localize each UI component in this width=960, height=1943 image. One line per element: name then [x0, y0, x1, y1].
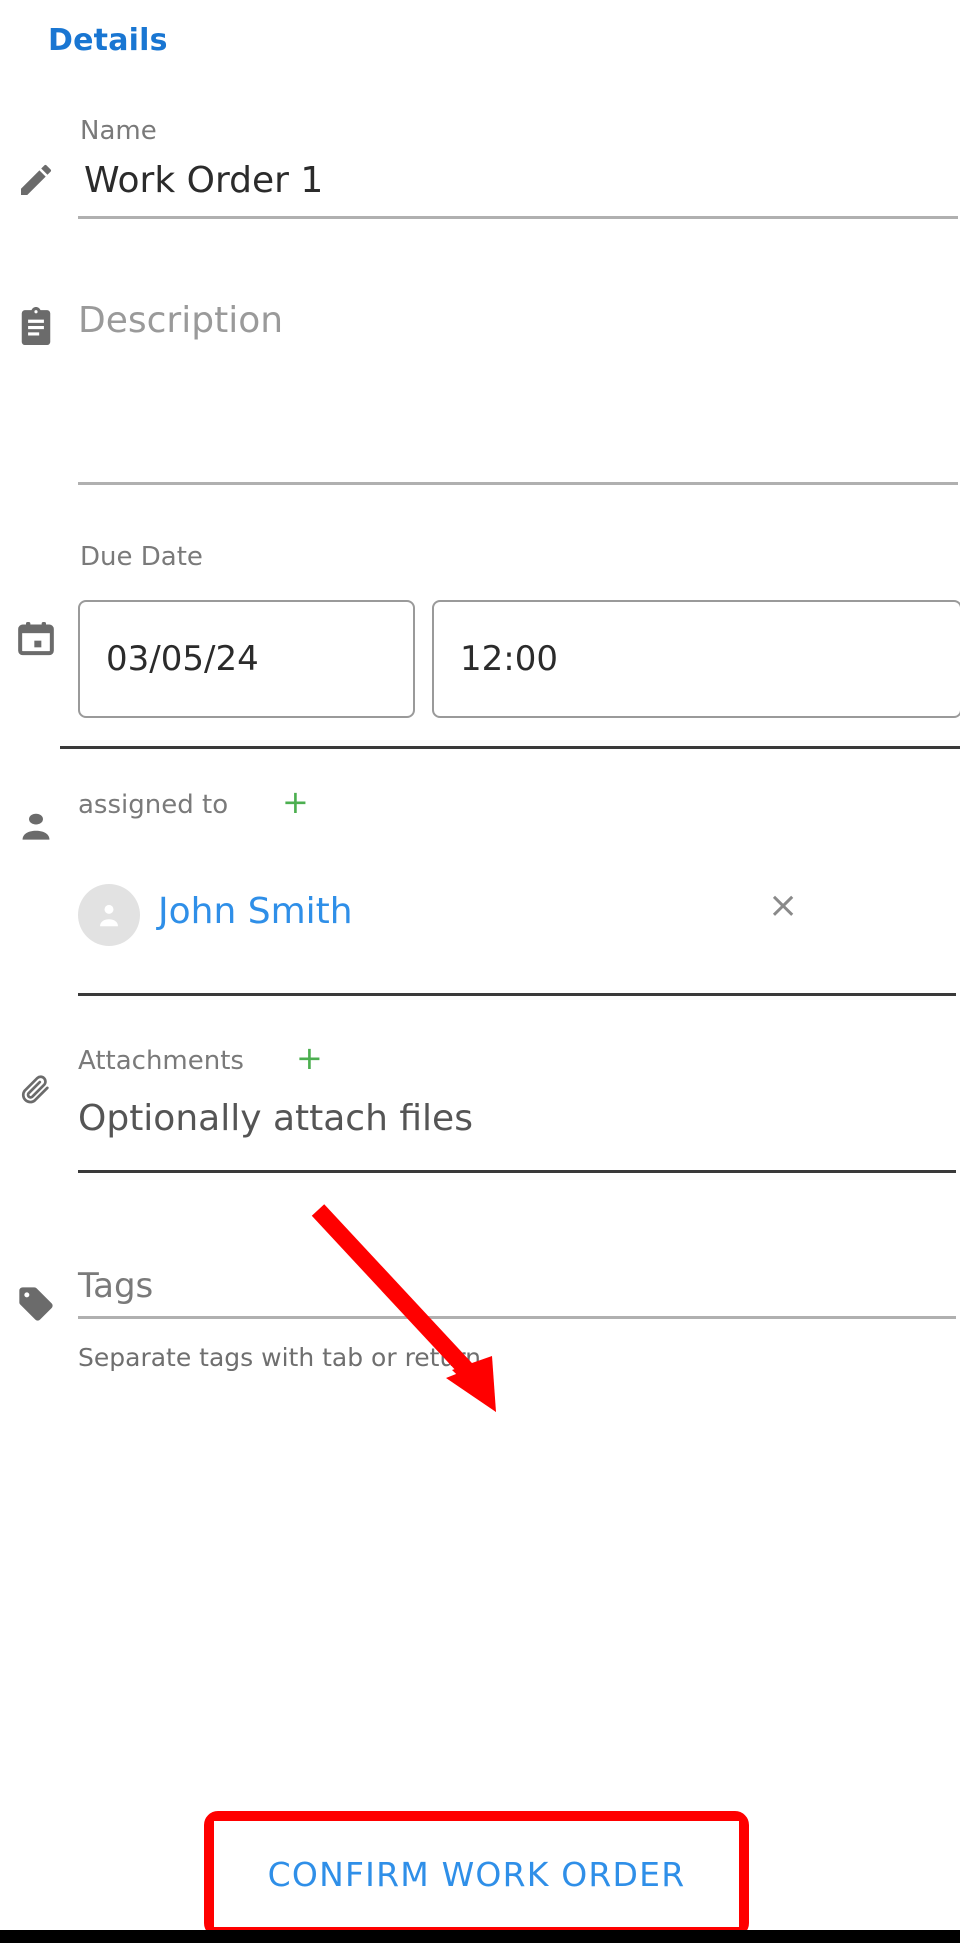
assigned-to-label: assigned to: [78, 790, 229, 820]
description-input[interactable]: Description: [78, 303, 283, 339]
tag-icon: [12, 1282, 60, 1326]
name-input[interactable]: Work Order 1: [84, 163, 323, 199]
due-date-time-input[interactable]: 12:00: [432, 600, 960, 718]
due-date-date-input[interactable]: 03/05/24: [78, 600, 415, 718]
attachments-input[interactable]: Optionally attach files: [78, 1101, 473, 1137]
assignee-name[interactable]: John Smith: [158, 894, 353, 930]
calendar-icon: [12, 617, 60, 661]
add-assignee-button[interactable]: +: [282, 786, 309, 818]
attachments-label: Attachments: [78, 1046, 244, 1076]
due-date-label: Due Date: [80, 542, 203, 572]
pencil-icon: [12, 158, 60, 202]
name-label: Name: [80, 116, 157, 146]
due-date-underline: [60, 746, 960, 749]
description-underline: [78, 482, 958, 485]
page-title: Details: [48, 23, 168, 58]
person-icon: [12, 805, 60, 849]
tags-hint: Separate tags with tab or return.: [78, 1343, 489, 1372]
annotation-arrow-icon: [311, 1204, 496, 1412]
assignee-list-item: John Smith ×: [78, 884, 958, 960]
paperclip-icon: [12, 1068, 60, 1112]
tags-underline: [78, 1316, 956, 1319]
add-attachment-button[interactable]: +: [296, 1042, 323, 1074]
work-order-details-panel: Details Name Work Order 1 Description Du…: [0, 0, 960, 1943]
confirm-work-order-button[interactable]: CONFIRM WORK ORDER: [214, 1821, 739, 1927]
assigned-to-underline: [78, 993, 956, 996]
remove-assignee-icon[interactable]: ×: [768, 888, 798, 924]
avatar: [78, 884, 140, 946]
name-underline: [78, 216, 958, 219]
clipboard-icon: [12, 304, 60, 348]
tags-input[interactable]: Tags: [78, 1269, 153, 1303]
bottom-bar: [0, 1930, 960, 1943]
attachments-underline: [78, 1170, 956, 1173]
